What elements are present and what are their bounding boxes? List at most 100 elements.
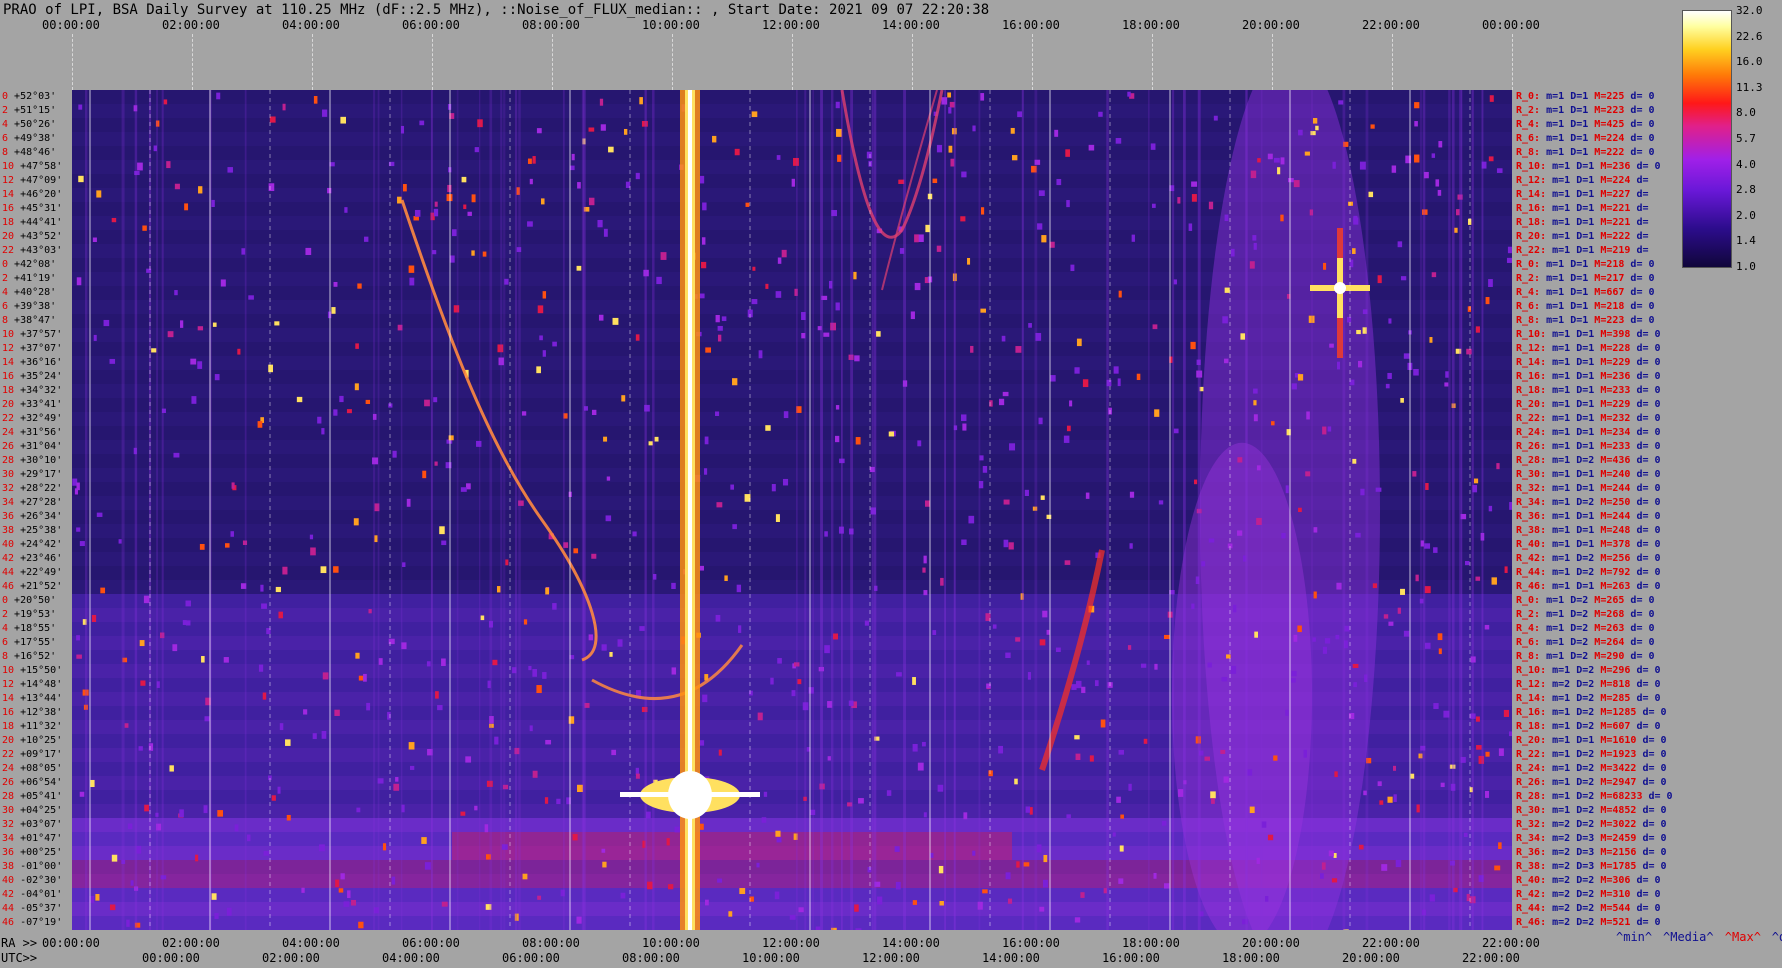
channel-field: m=1 [1540, 595, 1565, 606]
channel-field: M=68233 [1594, 791, 1643, 802]
noise-speckle [1023, 862, 1030, 867]
declination-value: +22°49' [14, 567, 63, 578]
channel-field: R_26: [1516, 777, 1547, 788]
row-index: 22 [2, 413, 15, 424]
channel-field: R_32: [1516, 483, 1547, 494]
channel-field: M=607 [1594, 721, 1631, 732]
channel-field: d= [1630, 175, 1649, 186]
noise-speckle [1473, 478, 1479, 484]
channel-label: R_4: m=1 D=1 M=667 d= 0 [1516, 287, 1655, 299]
channel-field: d= 0 [1630, 455, 1661, 466]
vertical-streak [518, 90, 521, 930]
channel-field: d= 0 [1636, 819, 1667, 830]
noise-speckle [980, 207, 985, 215]
noise-speckle [972, 850, 976, 856]
row-index: 10 [2, 161, 15, 172]
noise-speckle [338, 888, 344, 893]
noise-speckle [917, 440, 922, 447]
ra-axis-label: RA >> [1, 936, 38, 950]
noise-speckle [138, 746, 143, 751]
declination-value: +44°41' [14, 217, 63, 228]
declination-label: 18 +44°41' [2, 217, 62, 229]
channel-field: R_8: [1516, 651, 1541, 662]
noise-speckle [824, 645, 830, 654]
noise-speckle [1285, 485, 1289, 494]
noise-speckle [1005, 872, 1011, 880]
channel-field: D=3 [1570, 861, 1595, 872]
declination-label: 4 +18°55' [2, 623, 56, 635]
channel-label: R_34: m=2 D=3 M=2459 d= 0 [1516, 833, 1667, 845]
noise-speckle [212, 322, 217, 327]
noise-speckle [421, 837, 427, 844]
noise-speckle [1336, 582, 1342, 590]
channel-field: d= 0 [1624, 91, 1655, 102]
noise-speckle [471, 194, 476, 203]
channel-field: m=1 [1546, 427, 1571, 438]
noise-speckle [408, 265, 415, 273]
noise-speckle [1355, 532, 1361, 538]
noise-speckle [358, 675, 364, 681]
noise-speckle [527, 221, 533, 227]
noise-speckle [1498, 842, 1502, 849]
channel-label: R_26: m=1 D=2 M=2947 d= 0 [1516, 777, 1667, 789]
channel-field: m=2 [1546, 917, 1571, 928]
noise-speckle [998, 745, 1004, 754]
noise-speckle [789, 914, 796, 920]
noise-speckle [1353, 682, 1357, 688]
noise-speckle [1414, 154, 1420, 163]
noise-speckle [1271, 421, 1275, 426]
channel-field: R_4: [1516, 119, 1541, 130]
vertical-streak [514, 90, 518, 930]
noise-speckle [1267, 834, 1274, 841]
colorbar-tick-label: 16.0 [1736, 55, 1763, 69]
noise-speckle [142, 225, 147, 231]
channel-field: m=1 [1546, 707, 1571, 718]
vertical-streak [873, 90, 877, 930]
noise-speckle [1173, 428, 1179, 434]
noise-speckle [155, 120, 160, 127]
noise-speckle [130, 880, 134, 886]
top-grid-line [72, 34, 73, 90]
noise-speckle [331, 307, 336, 314]
declination-value: +00°25' [14, 847, 63, 858]
channel-label: R_16: m=1 D=2 M=1285 d= 0 [1516, 707, 1667, 719]
channel-field: D=2 [1570, 693, 1595, 704]
channel-field: M=521 [1594, 917, 1631, 928]
noise-speckle [717, 334, 722, 342]
channel-field: d= 0 [1636, 707, 1667, 718]
vertical-streak [1481, 90, 1484, 930]
channel-field: M=3422 [1594, 763, 1637, 774]
noise-speckle [1277, 167, 1281, 175]
declination-label: 42 +23°46' [2, 553, 62, 565]
noise-speckle [1113, 366, 1119, 374]
noise-speckle [1291, 383, 1297, 390]
ra-tick-label: 20:00:00 [1242, 936, 1300, 950]
noise-speckle [1222, 316, 1228, 324]
noise-speckle [173, 452, 180, 458]
ra-tick-label: 04:00:00 [282, 936, 340, 950]
declination-label: 2 +51°15' [2, 105, 56, 117]
row-index: 46 [2, 917, 15, 928]
declination-label: 34 +01°47' [2, 833, 62, 845]
noise-speckle [402, 184, 407, 192]
ra-tick-label: 18:00:00 [1122, 936, 1180, 950]
noise-speckle [992, 624, 997, 629]
noise-speckle [126, 919, 130, 927]
noise-speckle [961, 539, 967, 546]
noise-speckle [835, 405, 840, 410]
noise-speckle [93, 334, 97, 341]
noise-speckle [1368, 191, 1374, 198]
declination-label: 20 +33°41' [2, 399, 62, 411]
noise-speckle [1280, 157, 1285, 165]
channel-field: M=256 [1594, 553, 1631, 564]
row-index: 32 [2, 483, 15, 494]
channel-field: m=1 [1540, 301, 1565, 312]
noise-speckle [571, 153, 575, 161]
noise-speckle [1240, 333, 1246, 340]
channel-field: R_12: [1516, 175, 1547, 186]
noise-speckle [854, 355, 860, 362]
channel-field: d= 0 [1642, 791, 1673, 802]
noise-speckle [1315, 125, 1319, 131]
declination-value: +09°17' [14, 749, 63, 760]
noise-speckle [1055, 647, 1061, 652]
